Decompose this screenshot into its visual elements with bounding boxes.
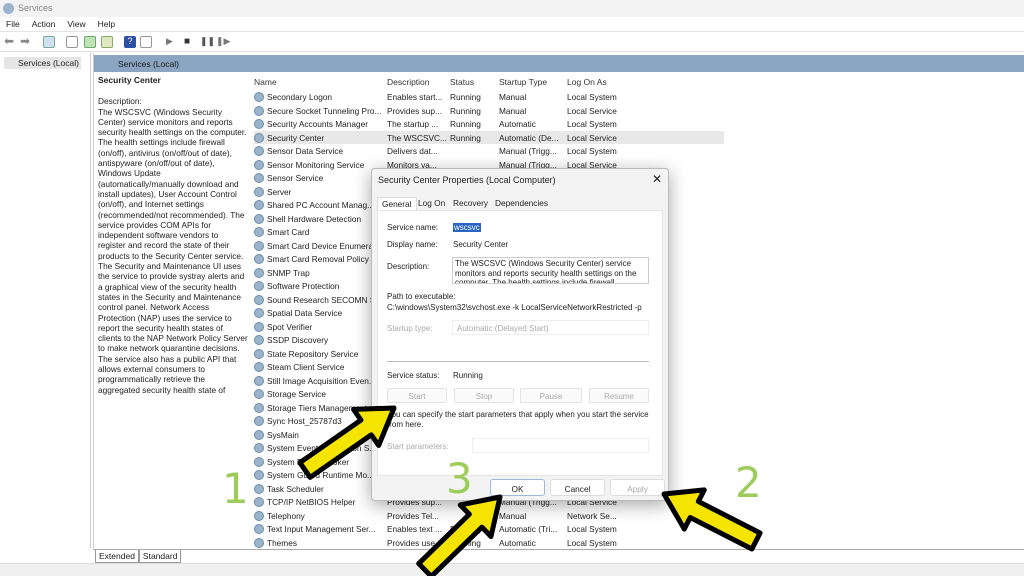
- arrow-icon-to-apply: [661, 487, 763, 552]
- arrow-icon-to-start: [297, 405, 397, 480]
- arrow-icon-to-ok: [416, 494, 503, 576]
- annotation-arrows: [297, 405, 763, 576]
